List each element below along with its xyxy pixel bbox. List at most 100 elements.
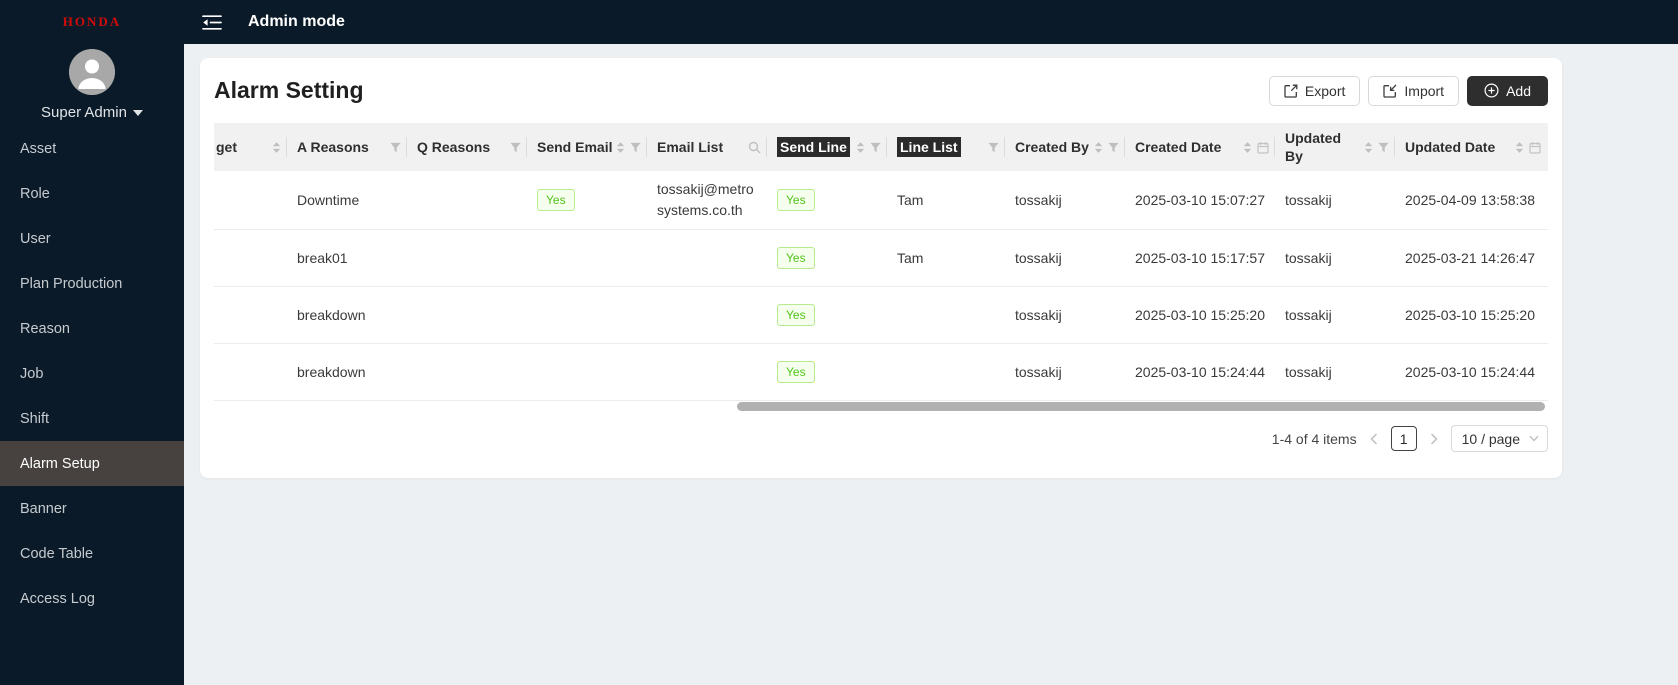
filter-icon[interactable] [870, 142, 881, 153]
sidebar-nav: Asset Role User Plan Production Reason Job Shi… [0, 126, 184, 621]
yes-badge: Yes [777, 304, 815, 326]
sidebar-item-plan-production[interactable]: Plan Production [0, 261, 184, 306]
sidebar-item-job[interactable]: Job [0, 351, 184, 396]
filter-icon[interactable] [630, 142, 641, 153]
cell-updated_by: tossakij [1285, 363, 1332, 380]
sort-icon[interactable] [856, 141, 865, 154]
cell-send_line: Yes [767, 239, 887, 277]
sort-icon[interactable] [272, 141, 281, 154]
cell-send_email [527, 307, 647, 323]
cell-send_line: Yes [767, 353, 887, 391]
cell-updated_date: 2025-03-10 15:25:20 [1405, 306, 1535, 323]
sidebar: HONDA Super Admin Asset Role User Plan Prod… [0, 0, 184, 685]
avatar[interactable] [69, 49, 115, 95]
horizontal-scrollbar[interactable] [214, 402, 1548, 411]
user-menu[interactable]: Super Admin [41, 104, 143, 121]
cell-created_by: tossakij [1015, 249, 1062, 266]
add-label: Add [1506, 82, 1531, 99]
column-label-line_list: Line List [897, 137, 961, 157]
yes-badge: Yes [537, 189, 575, 211]
next-page-button[interactable] [1427, 432, 1441, 445]
column-header-icons [856, 141, 881, 154]
export-button[interactable]: Export [1268, 75, 1361, 106]
cell-updated_by: tossakij [1285, 249, 1332, 266]
column-label-target: get [216, 139, 237, 155]
export-icon [1284, 84, 1298, 98]
column-header-send_email[interactable]: Send Email [527, 123, 647, 171]
pagination-summary: 1-4 of 4 items [1271, 430, 1357, 447]
table-header-row: get A Reasons Q Reasons Send Email Email Lis… [214, 123, 1548, 171]
cell-q_reasons [407, 250, 527, 266]
scrollbar-thumb[interactable] [737, 402, 1545, 411]
sidebar-item-reason[interactable]: Reason [0, 306, 184, 351]
column-header-a_reasons[interactable]: A Reasons [287, 123, 407, 171]
topbar: Admin mode [184, 0, 1678, 44]
column-header-icons [272, 141, 281, 154]
filter-icon[interactable] [988, 142, 999, 153]
alarm-table: get A Reasons Q Reasons Send Email Email Lis… [214, 123, 1548, 401]
sidebar-item-access-log[interactable]: Access Log [0, 576, 184, 621]
sort-icon[interactable] [1094, 141, 1103, 154]
cell-created_by: tossakij [1015, 306, 1062, 323]
column-label-created_date: Created Date [1135, 139, 1222, 155]
column-header-updated_date[interactable]: Updated Date [1395, 123, 1547, 171]
prev-page-button[interactable] [1367, 432, 1381, 445]
column-header-email_list[interactable]: Email List [647, 123, 767, 171]
sidebar-item-role[interactable]: Role [0, 171, 184, 216]
cell-email_list: tossakij@metrosystems.co.th [657, 181, 754, 218]
column-header-icons [748, 141, 761, 154]
sidebar-item-banner[interactable]: Banner [0, 486, 184, 531]
sidebar-item-code-table[interactable]: Code Table [0, 531, 184, 576]
column-header-icons [390, 142, 401, 153]
sort-icon[interactable] [616, 141, 625, 154]
cell-q_reasons [407, 364, 527, 380]
filter-icon[interactable] [390, 142, 401, 153]
cell-send_line: Yes [767, 296, 887, 334]
calendar-icon[interactable] [1529, 141, 1541, 154]
column-header-target[interactable]: get [214, 123, 287, 171]
add-button[interactable]: Add [1467, 75, 1548, 106]
sidebar-item-alarm-setup[interactable]: Alarm Setup [0, 441, 184, 486]
cell-a_reasons: Downtime [297, 191, 360, 208]
cell-send_line: Yes [767, 181, 887, 219]
menu-fold-icon[interactable] [202, 14, 222, 31]
sidebar-item-user[interactable]: User [0, 216, 184, 261]
cell-line_list: Tam [897, 191, 924, 208]
column-header-q_reasons[interactable]: Q Reasons [407, 123, 527, 171]
yes-badge: Yes [777, 361, 815, 383]
cell-a_reasons: breakdown [297, 306, 366, 323]
cell-a_reasons: breakdown [297, 363, 366, 380]
filter-icon[interactable] [1378, 142, 1389, 153]
cell-updated_date: 2025-03-10 15:24:44 [1405, 363, 1535, 380]
sort-icon[interactable] [1243, 141, 1252, 154]
cell-updated_by: tossakij [1285, 191, 1332, 208]
sort-icon[interactable] [1515, 141, 1524, 154]
column-label-send_email: Send Email [537, 139, 613, 155]
column-header-created_by[interactable]: Created By [1005, 123, 1125, 171]
sidebar-item-asset[interactable]: Asset [0, 126, 184, 171]
alarm-setting-card: Alarm Setting Export Import Add get A Re… [200, 58, 1562, 478]
cell-created_date: 2025-03-10 15:24:44 [1135, 363, 1265, 380]
filter-icon[interactable] [510, 142, 521, 153]
cell-created_by: tossakij [1015, 363, 1062, 380]
page-title: Alarm Setting [214, 77, 364, 103]
sort-icon[interactable] [1364, 141, 1373, 154]
filter-icon[interactable] [1108, 142, 1119, 153]
action-buttons: Export Import Add [1268, 75, 1548, 106]
cell-updated_date: 2025-04-09 13:58:38 [1405, 191, 1535, 208]
column-header-icons [616, 141, 641, 154]
import-button[interactable]: Import [1368, 75, 1460, 106]
chevron-down-icon [132, 109, 143, 116]
page-size-select[interactable]: 10 / page [1450, 425, 1548, 452]
column-header-send_line[interactable]: Send Line [767, 123, 887, 171]
chevron-right-icon [1430, 432, 1438, 445]
search-icon[interactable] [748, 141, 761, 154]
calendar-icon[interactable] [1257, 141, 1269, 154]
cell-target [214, 307, 287, 323]
column-header-created_date[interactable]: Created Date [1125, 123, 1275, 171]
current-page[interactable]: 1 [1390, 426, 1417, 451]
sidebar-item-shift[interactable]: Shift [0, 396, 184, 441]
column-header-line_list[interactable]: Line List [887, 123, 1005, 171]
page-size-value: 10 / page [1461, 430, 1520, 447]
column-header-updated_by[interactable]: Updated By [1275, 123, 1395, 171]
